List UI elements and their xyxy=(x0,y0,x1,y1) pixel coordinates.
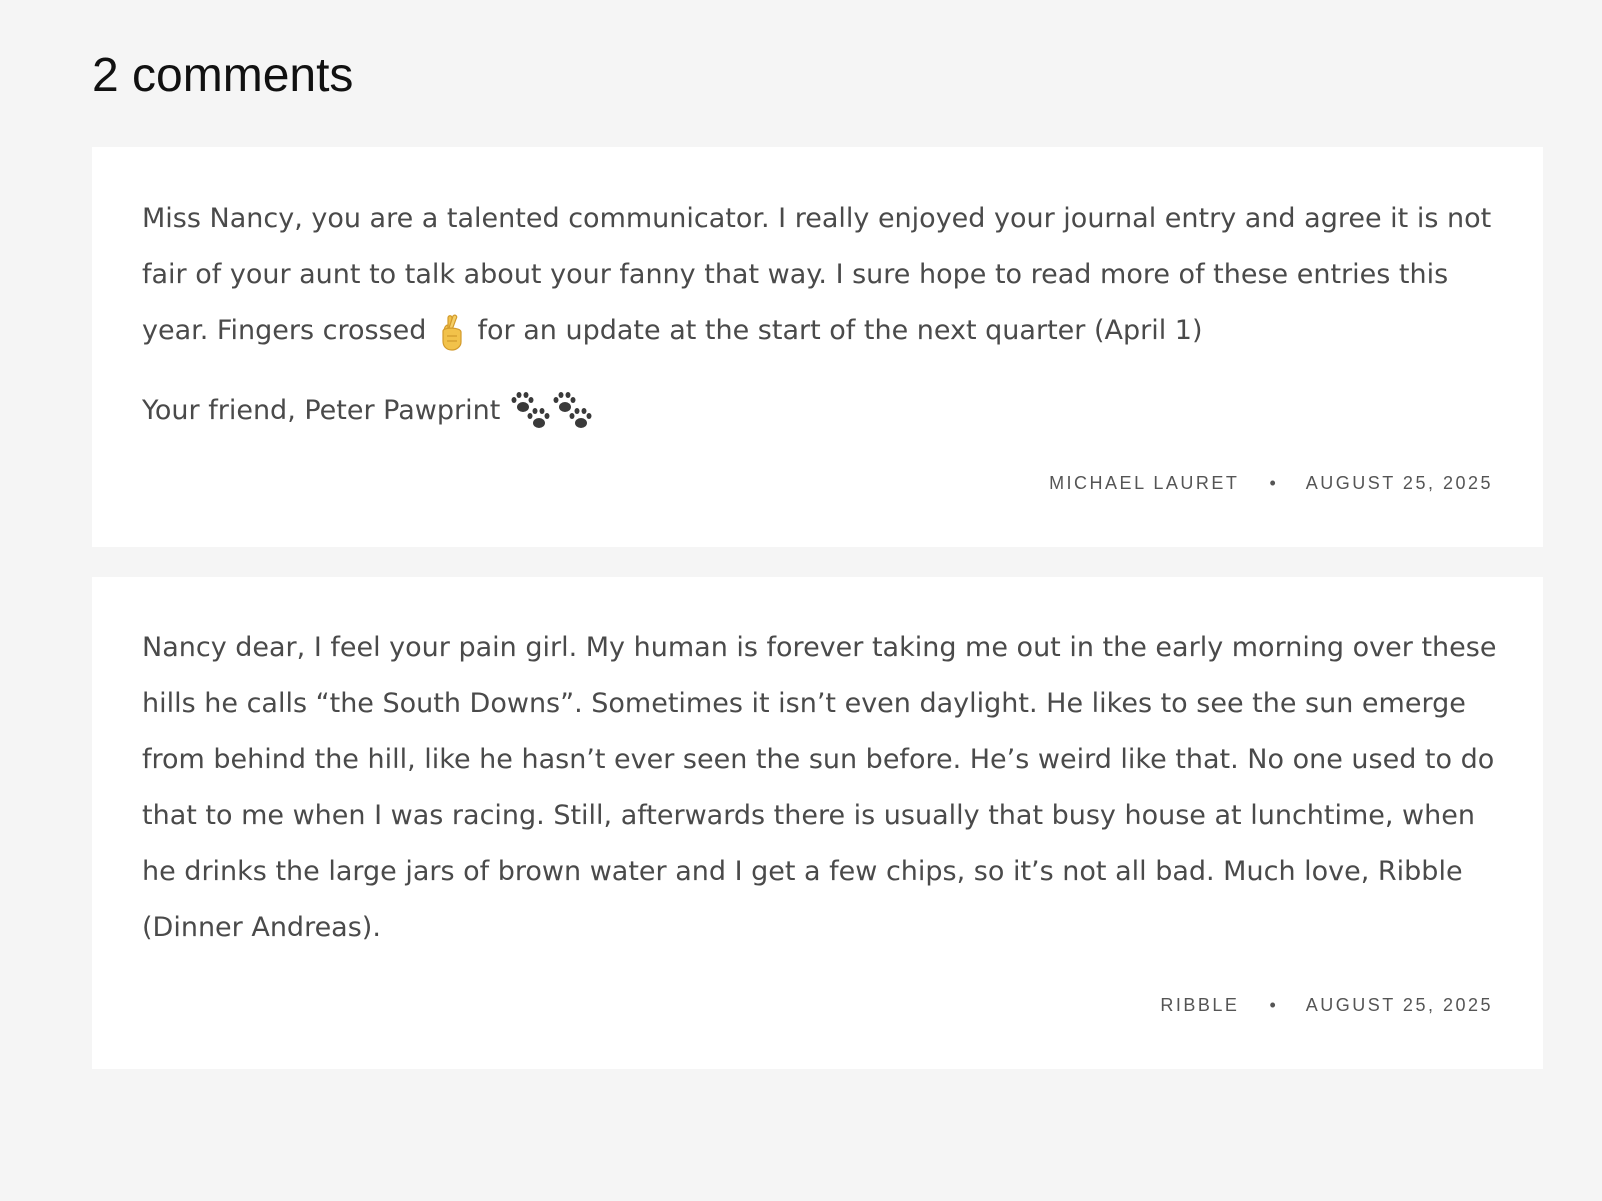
meta-separator: • xyxy=(1269,995,1276,1015)
comment-card: Miss Nancy, you are a talented communica… xyxy=(92,147,1543,547)
comment-signature: Your friend, Peter Pawprint xyxy=(142,383,1502,439)
comment-text-continued: for an update at the start of the next q… xyxy=(468,315,1203,346)
paw-prints-icon xyxy=(509,391,595,433)
comment-author: RIBBLE xyxy=(1160,995,1240,1015)
comment-card: Nancy dear, I feel your pain girl. My hu… xyxy=(92,577,1543,1069)
comment-date: AUGUST 25, 2025 xyxy=(1305,473,1493,493)
comment-meta: MICHAEL LAURET • AUGUST 25, 2025 xyxy=(1049,473,1493,494)
signature-text: Your friend, Peter Pawprint xyxy=(142,395,509,426)
comment-date: AUGUST 25, 2025 xyxy=(1305,995,1493,1015)
comments-heading: 2 comments xyxy=(92,49,354,102)
comments-section: 2 comments Miss Nancy, you are a talente… xyxy=(0,0,1602,1201)
meta-separator: • xyxy=(1269,473,1276,493)
comment-body: Miss Nancy, you are a talented communica… xyxy=(142,191,1502,359)
comment-author: MICHAEL LAURET xyxy=(1049,473,1240,493)
comment-body: Nancy dear, I feel your pain girl. My hu… xyxy=(142,632,1497,943)
crossed-fingers-icon xyxy=(435,312,469,352)
comment-meta: RIBBLE • AUGUST 25, 2025 xyxy=(1160,995,1493,1016)
